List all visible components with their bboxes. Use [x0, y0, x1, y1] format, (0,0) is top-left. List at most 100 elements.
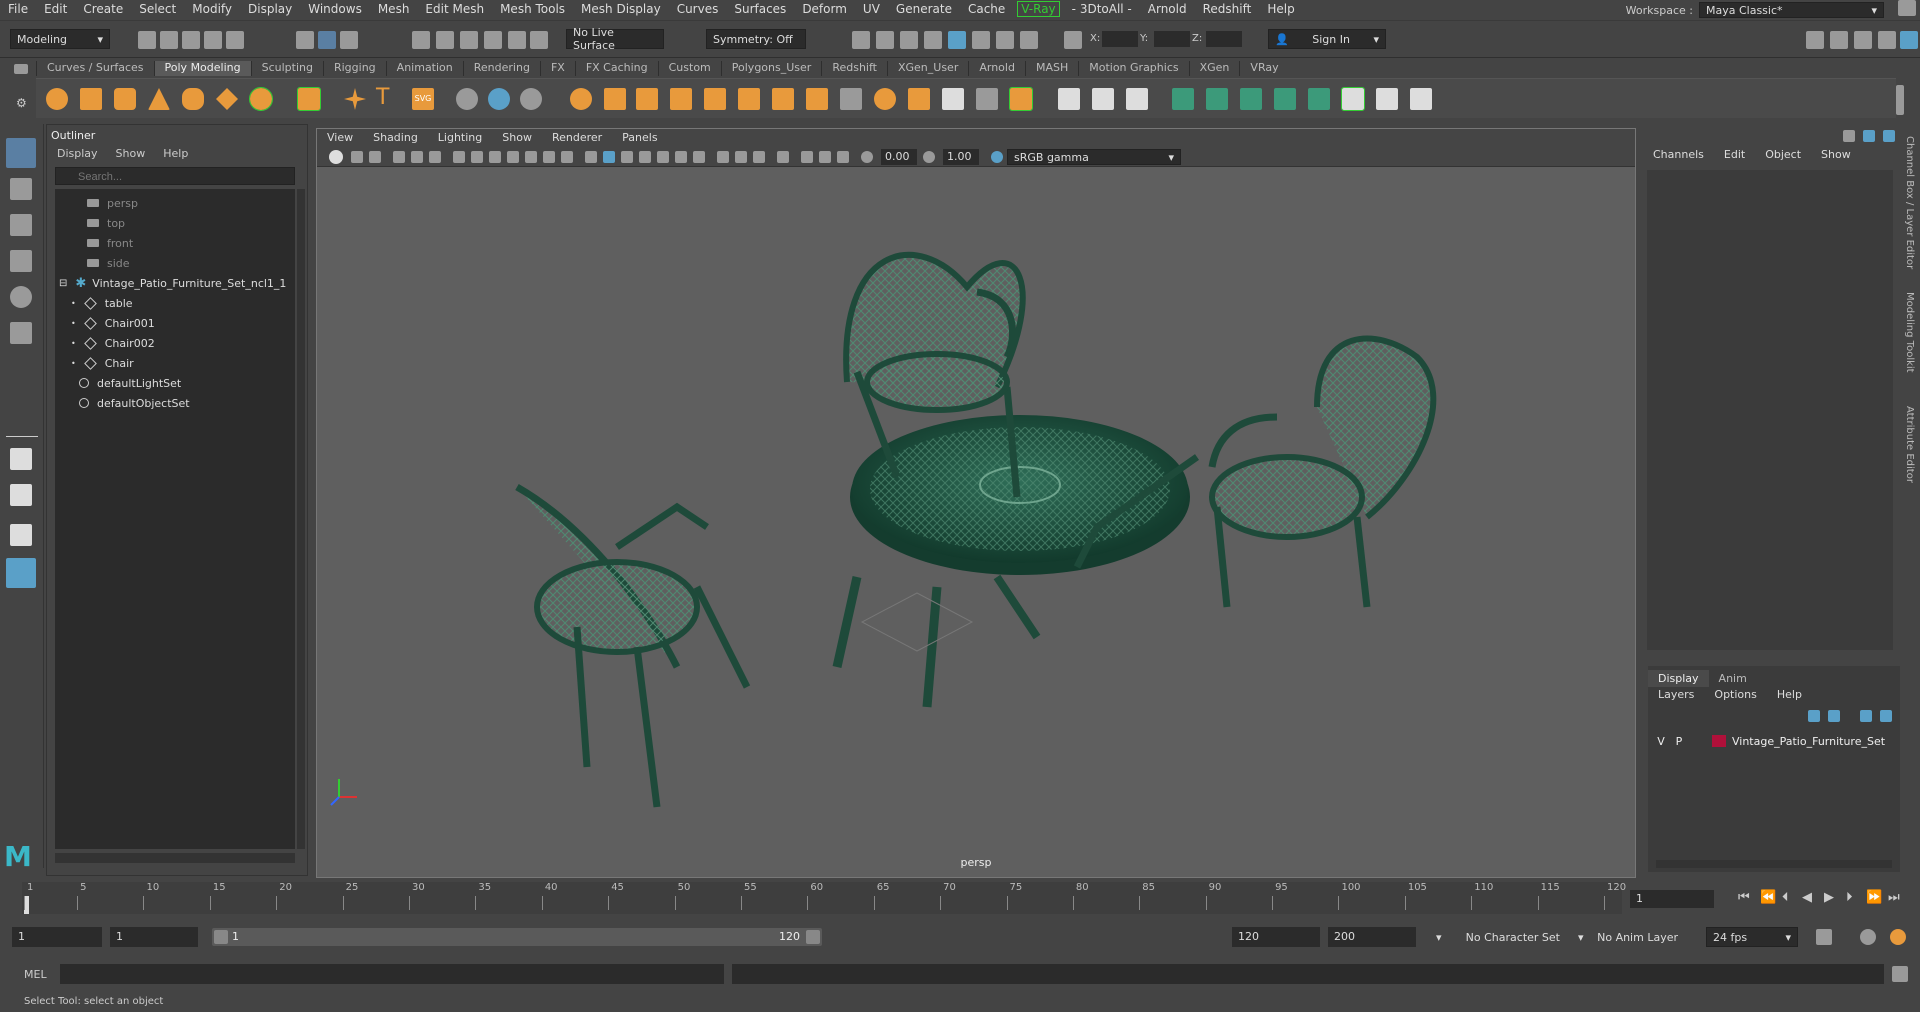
light-editor-icon[interactable] [996, 31, 1014, 49]
xray-icon[interactable] [693, 151, 705, 163]
sew-uv-icon[interactable] [1410, 88, 1432, 110]
poly-torus-icon[interactable] [182, 88, 204, 110]
channel-box-menu-edit[interactable]: Edit [1724, 148, 1745, 161]
go-to-end-icon[interactable]: ⏭ [1888, 890, 1900, 905]
menu-generate[interactable]: Generate [888, 2, 960, 16]
outliner-menu-show[interactable]: Show [116, 147, 146, 160]
menu-arnold[interactable]: Arnold [1140, 2, 1195, 16]
current-frame-field[interactable]: 1 [1630, 890, 1714, 908]
shelf-tab-custom[interactable]: Custom [657, 61, 721, 76]
poly-plane-icon[interactable] [216, 88, 238, 110]
menu-3dtoall[interactable]: - 3DtoAll - [1064, 2, 1140, 16]
shelf-options-icon[interactable]: ⚙ [16, 96, 27, 110]
exposure-icon[interactable] [861, 151, 873, 163]
range-start-handle[interactable] [214, 930, 228, 944]
menu-edit-mesh[interactable]: Edit Mesh [417, 2, 492, 16]
menu-uv[interactable]: UV [855, 2, 888, 16]
bookmarks-icon[interactable] [369, 151, 381, 163]
viewport-menu-shading[interactable]: Shading [363, 129, 428, 147]
image-plane-icon[interactable] [393, 151, 405, 163]
smooth-shade-icon[interactable] [603, 151, 615, 163]
layer-playback-toggle[interactable]: P [1670, 735, 1688, 748]
svg-icon[interactable]: SVG [412, 88, 434, 110]
menu-surfaces[interactable]: Surfaces [726, 2, 794, 16]
viewport-menu-panels[interactable]: Panels [612, 129, 667, 147]
new-scene-icon[interactable] [138, 31, 156, 49]
side-tab-attribute-editor[interactable]: Attribute Editor [1904, 406, 1915, 483]
fps-dropdown[interactable]: 24 fps ▾ [1706, 927, 1798, 947]
range-end-handle[interactable] [806, 930, 820, 944]
shelf-tab-xgen[interactable]: XGen [1188, 61, 1240, 76]
uv-automatic-icon[interactable] [1274, 88, 1296, 110]
four-view-layout-icon[interactable] [10, 484, 32, 506]
z-field[interactable] [1206, 31, 1242, 47]
extrude-icon[interactable] [670, 88, 692, 110]
render-view-icon[interactable] [852, 31, 870, 49]
shelf-tab-motion-graphics[interactable]: Motion Graphics [1078, 61, 1188, 76]
character-set-dropdown[interactable]: ▾ No Character Set [1430, 927, 1566, 947]
select-object-icon[interactable] [318, 31, 336, 49]
tree-item-chair001[interactable]: • Chair001 [71, 313, 155, 333]
color-management-icon[interactable] [991, 151, 1003, 163]
shelf-tab-rigging[interactable]: Rigging [322, 61, 386, 76]
backface-culling-icon[interactable] [837, 151, 849, 163]
lasso-tool-icon[interactable] [10, 178, 32, 200]
channel-box-sync-icon[interactable] [1863, 130, 1875, 142]
tree-item-default-object-set[interactable]: defaultObjectSet [79, 393, 190, 413]
new-layer-selected-icon[interactable] [1880, 710, 1892, 722]
step-forward-key-icon[interactable]: ⏩ [1866, 890, 1882, 905]
channel-box-icon[interactable] [1900, 31, 1918, 49]
single-perspective-layout-icon[interactable] [10, 448, 32, 470]
ipr-render-icon[interactable] [900, 31, 918, 49]
channel-box-pin-icon[interactable] [1843, 130, 1855, 142]
cut-uv-icon[interactable] [1376, 88, 1398, 110]
gamma-icon[interactable] [923, 151, 935, 163]
shelf-tab-poly-modeling[interactable]: Poly Modeling [153, 61, 251, 76]
offset-edge-loop-icon[interactable] [1126, 88, 1148, 110]
shelf-tab-mash[interactable]: MASH [1024, 61, 1078, 76]
character-controls-icon[interactable] [1830, 31, 1848, 49]
viewport-menu-lighting[interactable]: Lighting [428, 129, 492, 147]
time-slider[interactable]: 1 5 10 15 20 25 30 35 40 45 50 55 60 65 70 75 80 85 90 95 10… [22, 882, 1626, 914]
go-to-start-icon[interactable]: ⏮ [1738, 890, 1750, 905]
menu-modify[interactable]: Modify [184, 2, 240, 16]
mirror-icon[interactable] [636, 88, 658, 110]
hypershade-icon[interactable] [948, 31, 966, 49]
shelf-tab-fx-caching[interactable]: FX Caching [574, 61, 658, 76]
poly-cylinder-icon[interactable] [114, 88, 136, 110]
field-chart-icon[interactable] [525, 151, 537, 163]
chair-front-mesh[interactable] [515, 483, 751, 808]
shelf-scroll-icon[interactable] [1896, 85, 1904, 115]
menu-file[interactable]: File [0, 2, 36, 16]
mode-dropdown[interactable]: Modeling ▾ [10, 29, 110, 49]
viewport-menu-show[interactable]: Show [492, 129, 542, 147]
paint-select-tool-icon[interactable] [10, 214, 32, 236]
menu-windows[interactable]: Windows [300, 2, 370, 16]
animation-start-field[interactable]: 1 [12, 927, 102, 947]
menu-create[interactable]: Create [75, 2, 131, 16]
bridge-icon[interactable] [704, 88, 726, 110]
viewport-panel[interactable]: View Shading Lighting Show Renderer Pane… [316, 128, 1636, 878]
select-component-icon[interactable] [340, 31, 358, 49]
menu-curves[interactable]: Curves [669, 2, 727, 16]
color-space-dropdown[interactable]: sRGB gamma ▾ [1007, 149, 1181, 165]
undo-icon[interactable] [204, 31, 222, 49]
tree-item-persp[interactable]: persp [87, 193, 138, 213]
auto-key-icon[interactable] [1860, 929, 1876, 945]
motion-blur-icon[interactable] [735, 151, 747, 163]
channel-box-menu-show[interactable]: Show [1821, 148, 1851, 161]
side-tab-channel-box[interactable]: Channel Box / Layer Editor [1904, 136, 1915, 269]
boolean-icon[interactable] [1009, 87, 1033, 111]
uv-editor-icon[interactable] [1341, 87, 1365, 111]
play-backwards-icon[interactable]: ◀ [1802, 890, 1812, 905]
select-hierarchy-icon[interactable] [296, 31, 314, 49]
sign-in-button[interactable]: 👤 Sign In ▾ [1268, 29, 1386, 49]
menu-help[interactable]: Help [1259, 2, 1302, 16]
snap-grid-icon[interactable] [412, 31, 430, 49]
persp-outliner-layout-icon[interactable] [10, 524, 32, 546]
outliner-menu-display[interactable]: Display [57, 147, 98, 160]
shelf-tab-fx[interactable]: FX [539, 61, 575, 76]
menu-redshift[interactable]: Redshift [1195, 2, 1260, 16]
center-pivot-icon[interactable] [520, 88, 542, 110]
wireframe-on-shaded-icon[interactable] [621, 151, 633, 163]
